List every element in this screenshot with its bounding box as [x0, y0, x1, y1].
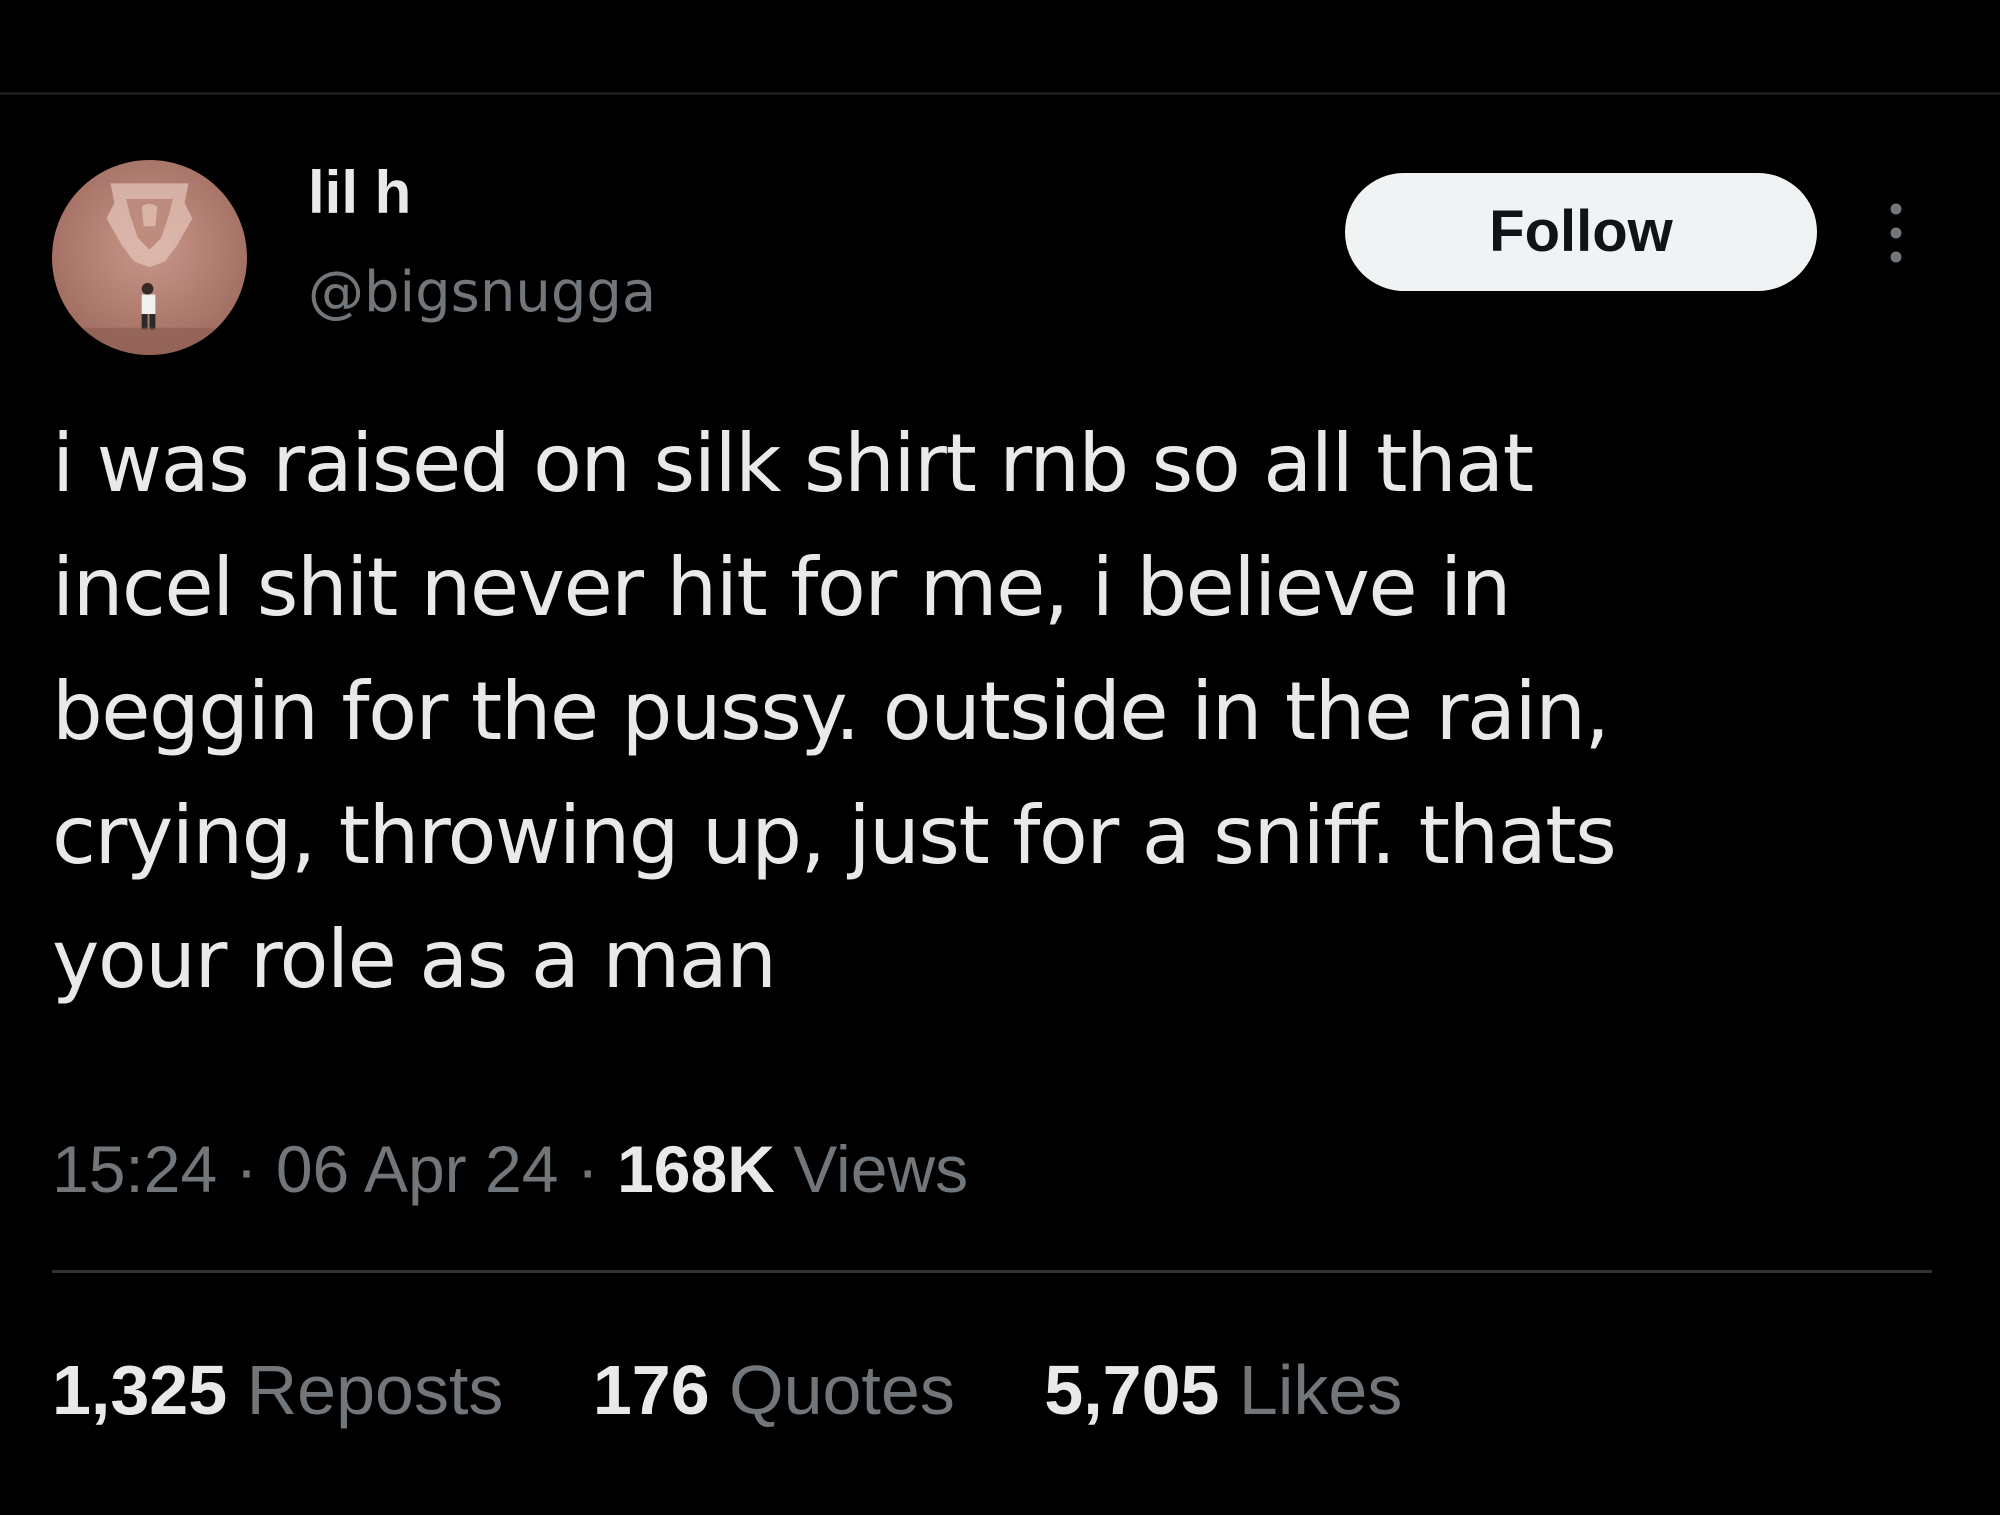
tweet-text-line: i was raised on silk shirt rnb so all th… — [52, 417, 1534, 510]
reposts-label: Reposts — [246, 1351, 504, 1429]
reposts-count: 1,325 — [52, 1351, 228, 1429]
likes-label: Likes — [1238, 1351, 1403, 1429]
more-vertical-icon — [1890, 203, 1902, 263]
views-count: 168K — [617, 1132, 775, 1206]
tweet-time[interactable]: 15:24 — [52, 1132, 217, 1206]
more-options-button[interactable] — [1872, 200, 1920, 266]
stats-divider — [52, 1270, 1932, 1273]
tweet-text-line: your role as a man — [52, 913, 777, 1006]
engagement-stats: 1,325 Reposts 176 Quotes 5,705 Likes — [52, 1345, 1472, 1435]
top-divider — [0, 92, 2000, 95]
meta-separator: · — [235, 1132, 258, 1206]
tweet-text-line: beggin for the pussy. outside in the rai… — [52, 665, 1610, 758]
follow-button[interactable]: Follow — [1345, 173, 1817, 291]
tweet-text-line: incel shit never hit for me, i believe i… — [52, 541, 1511, 634]
likes-count: 5,705 — [1044, 1351, 1220, 1429]
tweet-meta: 15:24 · 06 Apr 24 · 168K Views — [52, 1124, 968, 1214]
tweet-date[interactable]: 06 Apr 24 — [276, 1132, 559, 1206]
tweet-text: i was raised on silk shirt rnb so all th… — [52, 402, 1952, 1022]
display-name[interactable]: lil h — [308, 158, 411, 228]
avatar-photo-icon — [52, 160, 247, 355]
quotes-count: 176 — [592, 1351, 710, 1429]
quotes-stat[interactable]: 176 Quotes — [593, 1345, 955, 1435]
user-handle[interactable]: @bigsnugga — [308, 258, 656, 328]
avatar[interactable] — [52, 160, 247, 355]
reposts-stat[interactable]: 1,325 Reposts — [52, 1345, 503, 1435]
likes-stat[interactable]: 5,705 Likes — [1044, 1345, 1402, 1435]
meta-separator: · — [576, 1132, 599, 1206]
views-label: Views — [793, 1132, 969, 1206]
tweet-text-line: crying, throwing up, just for a sniff. t… — [52, 789, 1617, 882]
quotes-label: Quotes — [729, 1351, 955, 1429]
